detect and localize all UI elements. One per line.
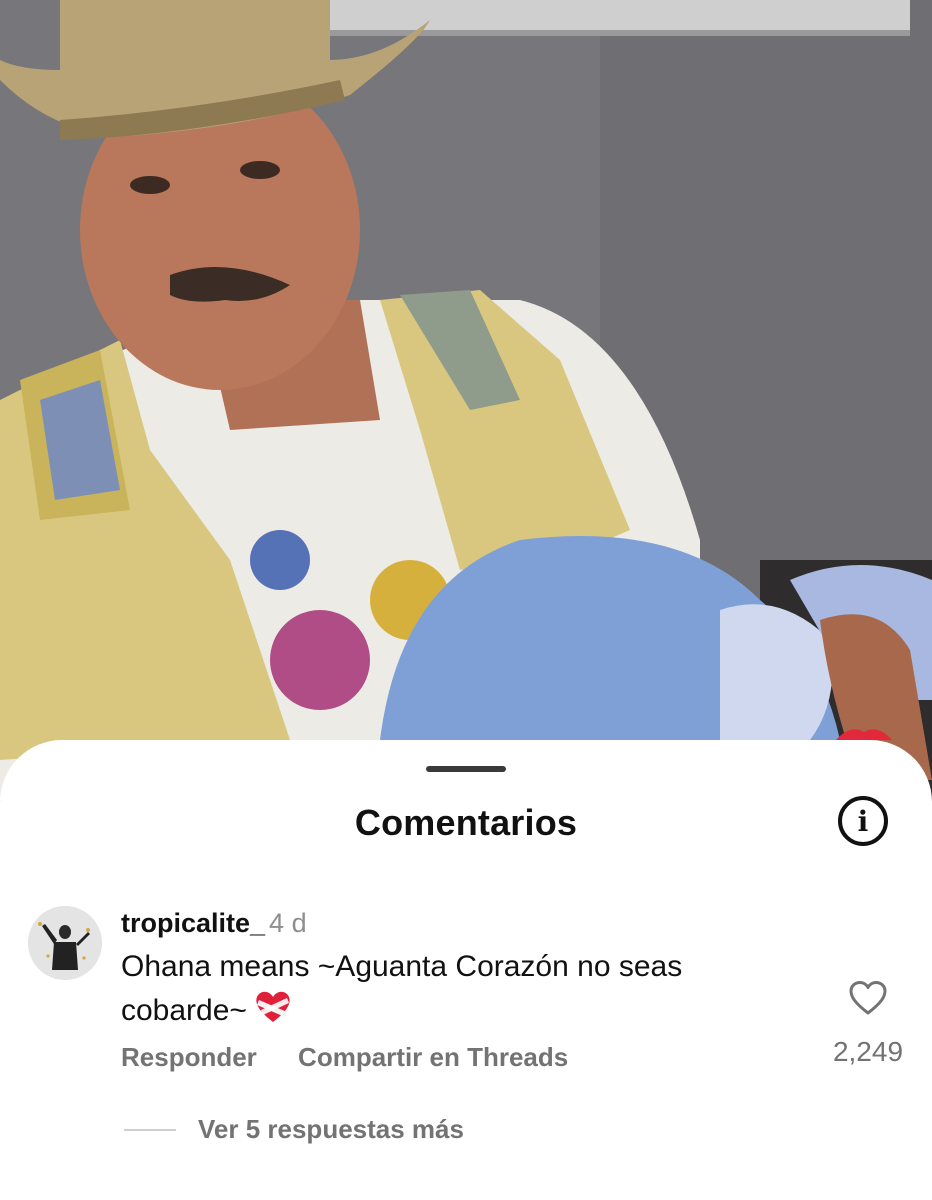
share-threads-button[interactable]: Compartir en Threads (298, 1042, 568, 1072)
like-area: 2,249 (826, 980, 910, 1068)
comment-time: 4 d (269, 908, 307, 938)
replies-divider-line (124, 1128, 176, 1131)
like-count: 2,249 (832, 1036, 904, 1067)
view-more-replies-button[interactable]: Ver 5 respuestas más (124, 1114, 464, 1145)
avatar[interactable] (28, 906, 102, 980)
comment-body: Ohana means ~Aguanta Corazón no seas cob… (121, 950, 683, 1027)
comment-actions: Responder Compartir en Threads (121, 1042, 602, 1073)
reply-button[interactable]: Responder (121, 1042, 257, 1072)
heart-outline-icon[interactable] (848, 980, 888, 1016)
view-more-replies-label: Ver 5 respuestas más (198, 1114, 464, 1144)
info-icon[interactable]: i (838, 796, 888, 846)
comments-sheet: Comentarios i tropicalite_ 4 d Ohana mean… (0, 740, 932, 1200)
mending-heart-emoji (253, 986, 293, 1036)
comment-item: tropicalite_ 4 d Ohana means ~Aguanta Cor… (0, 900, 932, 1100)
comment-username[interactable]: tropicalite_ (121, 908, 265, 938)
sheet-title: Comentarios (354, 802, 578, 843)
video-frame[interactable] (0, 0, 932, 800)
sheet-drag-handle[interactable] (426, 766, 506, 772)
comment-text: Ohana means ~Aguanta Corazón no seas cob… (121, 948, 781, 1036)
comment-meta: tropicalite_ 4 d (121, 908, 307, 939)
